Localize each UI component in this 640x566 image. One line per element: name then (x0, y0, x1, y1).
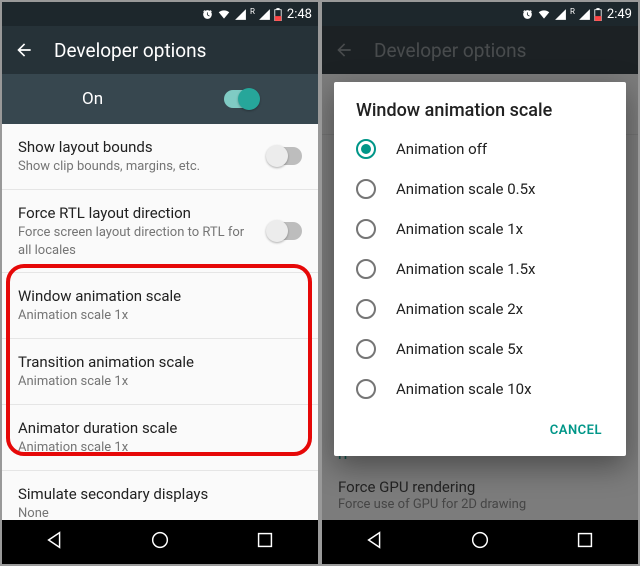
item-title: Simulate secondary displays (18, 484, 292, 504)
nav-home-icon[interactable] (469, 529, 491, 555)
item-show-layout-bounds[interactable]: Show layout bounds Show clip bounds, mar… (2, 124, 318, 190)
dialog-actions: CANCEL (334, 409, 626, 450)
item-subtitle: Animation scale 1x (18, 307, 292, 325)
dialog-title: Window animation scale (334, 100, 626, 129)
radio-icon (356, 219, 376, 239)
toggle-show-layout-bounds[interactable] (268, 147, 302, 165)
radio-icon (356, 299, 376, 319)
nav-back-icon[interactable] (44, 529, 66, 555)
status-bar: R 2:49 (322, 2, 638, 26)
item-subtitle: Force screen layout direction to RTL for… (18, 224, 258, 259)
option-scale-10x[interactable]: Animation scale 10x (334, 369, 626, 409)
option-label: Animation scale 5x (396, 340, 523, 358)
phone-left: R 2:48 Developer options On Show layout … (2, 2, 318, 564)
item-window-animation-scale[interactable]: Window animation scale Animation scale 1… (2, 273, 318, 339)
battery-icon (594, 8, 602, 21)
option-scale-1x[interactable]: Animation scale 1x (334, 209, 626, 249)
wifi-icon (537, 7, 551, 21)
alarm-icon (201, 8, 214, 21)
battery-icon (274, 8, 282, 21)
signal-icon (554, 8, 567, 21)
item-title: Show layout bounds (18, 137, 258, 157)
signal-r-icon: R (250, 7, 255, 16)
item-title: Animator duration scale (18, 418, 292, 438)
radio-icon (356, 259, 376, 279)
radio-icon (356, 139, 376, 159)
item-animator-duration-scale[interactable]: Animator duration scale Animation scale … (2, 405, 318, 471)
item-simulate-secondary-displays[interactable]: Simulate secondary displays None (2, 471, 318, 520)
item-title: Force RTL layout direction (18, 203, 258, 223)
nav-home-icon[interactable] (149, 529, 171, 555)
option-scale-2x[interactable]: Animation scale 2x (334, 289, 626, 329)
option-label: Animation scale 10x (396, 380, 532, 398)
radio-icon (356, 179, 376, 199)
master-switch-row[interactable]: On (2, 74, 318, 124)
app-bar: Developer options (2, 26, 318, 74)
option-label: Animation scale 1x (396, 220, 523, 238)
wifi-icon (217, 7, 231, 21)
settings-list: Show layout bounds Show clip bounds, mar… (2, 124, 318, 520)
alarm-icon (521, 8, 534, 21)
back-icon[interactable] (14, 40, 34, 60)
item-subtitle: Animation scale 1x (18, 439, 292, 457)
master-switch-label: On (82, 89, 103, 109)
option-label: Animation scale 1.5x (396, 260, 535, 278)
option-scale-0-5x[interactable]: Animation scale 0.5x (334, 169, 626, 209)
phone-right: R 2:49 Developer options F F H Force GPU… (322, 2, 638, 564)
item-transition-animation-scale[interactable]: Transition animation scale Animation sca… (2, 339, 318, 405)
item-subtitle: Animation scale 1x (18, 373, 292, 391)
signal-icon (234, 8, 247, 21)
item-subtitle: Show clip bounds, margins, etc. (18, 158, 258, 176)
page-title: Developer options (54, 39, 206, 62)
nav-bar (2, 520, 318, 564)
master-switch[interactable] (224, 90, 258, 108)
item-title: Window animation scale (18, 286, 292, 306)
status-time: 2:48 (287, 7, 312, 22)
nav-back-icon[interactable] (364, 529, 386, 555)
item-force-rtl[interactable]: Force RTL layout direction Force screen … (2, 190, 318, 273)
toggle-force-rtl[interactable] (268, 222, 302, 240)
radio-icon (356, 339, 376, 359)
animation-scale-dialog: Window animation scale Animation off Ani… (334, 82, 626, 456)
nav-recents-icon[interactable] (254, 529, 276, 555)
option-scale-5x[interactable]: Animation scale 5x (334, 329, 626, 369)
cancel-button[interactable]: CANCEL (540, 415, 612, 446)
status-bar: R 2:48 (2, 2, 318, 26)
option-scale-1-5x[interactable]: Animation scale 1.5x (334, 249, 626, 289)
signal2-icon (258, 8, 271, 21)
nav-bar (322, 520, 638, 564)
signal-r-icon: R (570, 7, 575, 16)
option-label: Animation off (396, 140, 487, 158)
status-time: 2:49 (607, 7, 632, 22)
option-label: Animation scale 2x (396, 300, 523, 318)
option-animation-off[interactable]: Animation off (334, 129, 626, 169)
item-subtitle: None (18, 505, 292, 520)
radio-icon (356, 379, 376, 399)
option-label: Animation scale 0.5x (396, 180, 535, 198)
item-title: Transition animation scale (18, 352, 292, 372)
nav-recents-icon[interactable] (574, 529, 596, 555)
signal2-icon (578, 8, 591, 21)
